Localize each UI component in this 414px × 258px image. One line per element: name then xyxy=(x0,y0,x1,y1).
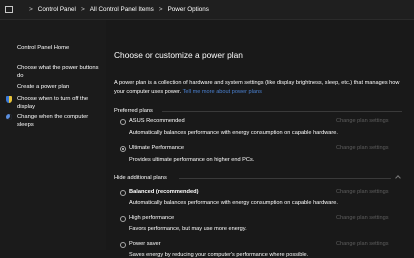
plan-name-ultimate[interactable]: Ultimate Performance xyxy=(129,145,184,151)
computer-icon xyxy=(5,5,13,14)
plan-radio-power-saver[interactable] xyxy=(120,242,126,248)
change-plan-settings-ultimate[interactable]: Change plan settings xyxy=(336,145,389,151)
plan-name-balanced[interactable]: Balanced (recommended) xyxy=(129,189,199,195)
plan-radio-asus[interactable] xyxy=(120,119,126,125)
hide-additional-plans-toggle[interactable]: Hide additional plans xyxy=(114,175,167,181)
chevron-up-icon[interactable] xyxy=(395,175,401,181)
plan-desc-balanced: Automatically balances performance with … xyxy=(129,200,338,206)
breadcrumb-power-options[interactable]: Power Options xyxy=(168,6,209,13)
change-plan-settings-high-performance[interactable]: Change plan settings xyxy=(336,215,389,221)
plan-radio-high-performance[interactable] xyxy=(120,216,126,222)
moon-icon xyxy=(6,114,13,121)
plan-radio-ultimate[interactable] xyxy=(120,146,126,152)
address-bar[interactable]: > Control Panel > All Control Panel Item… xyxy=(0,0,414,20)
plan-desc-ultimate: Provides ultimate performance on higher … xyxy=(129,157,255,163)
sidebar-link-display-off[interactable]: Choose when to turn off the display xyxy=(17,95,105,111)
change-plan-settings-balanced[interactable]: Change plan settings xyxy=(336,189,389,195)
plan-name-asus[interactable]: ASUS Recommended xyxy=(129,118,185,124)
preferred-plans-label: Preferred plans xyxy=(114,108,153,114)
intro-text: A power plan is a collection of hardware… xyxy=(114,79,410,96)
change-plan-settings-asus[interactable]: Change plan settings xyxy=(336,118,389,124)
main-panel: Choose or customize a power plan A power… xyxy=(106,20,414,258)
breadcrumb-all-items[interactable]: All Control Panel Items xyxy=(90,6,154,13)
plan-desc-high-performance: Favors performance, but may use more ene… xyxy=(129,226,247,232)
plan-name-high-performance[interactable]: High performance xyxy=(129,215,174,221)
breadcrumb-control-panel[interactable]: Control Panel xyxy=(38,6,76,13)
divider xyxy=(162,111,402,112)
sidebar-link-create-plan[interactable]: Create a power plan xyxy=(17,83,105,91)
chevron-right-icon: > xyxy=(80,6,85,13)
sidebar: Control Panel Home Choose what the power… xyxy=(0,20,106,250)
change-plan-settings-power-saver[interactable]: Change plan settings xyxy=(336,241,389,247)
chevron-right-icon: > xyxy=(29,6,33,13)
sidebar-link-power-buttons[interactable]: Choose what the power buttons do xyxy=(17,64,105,80)
power-plans-help-link[interactable]: Tell me more about power plans xyxy=(183,89,262,95)
sidebar-link-sleep[interactable]: Change when the computer sleeps xyxy=(17,113,105,129)
plan-name-power-saver[interactable]: Power saver xyxy=(129,241,161,247)
sidebar-home-link[interactable]: Control Panel Home xyxy=(17,45,69,51)
shield-icon xyxy=(6,96,13,103)
plan-desc-asus: Automatically balances performance with … xyxy=(129,130,338,136)
divider xyxy=(179,178,391,179)
plan-desc-power-saver: Saves energy by reducing your computer's… xyxy=(129,252,309,258)
plan-radio-balanced[interactable] xyxy=(120,190,126,196)
chevron-right-icon: > xyxy=(158,6,163,13)
page-title: Choose or customize a power plan xyxy=(114,50,243,60)
